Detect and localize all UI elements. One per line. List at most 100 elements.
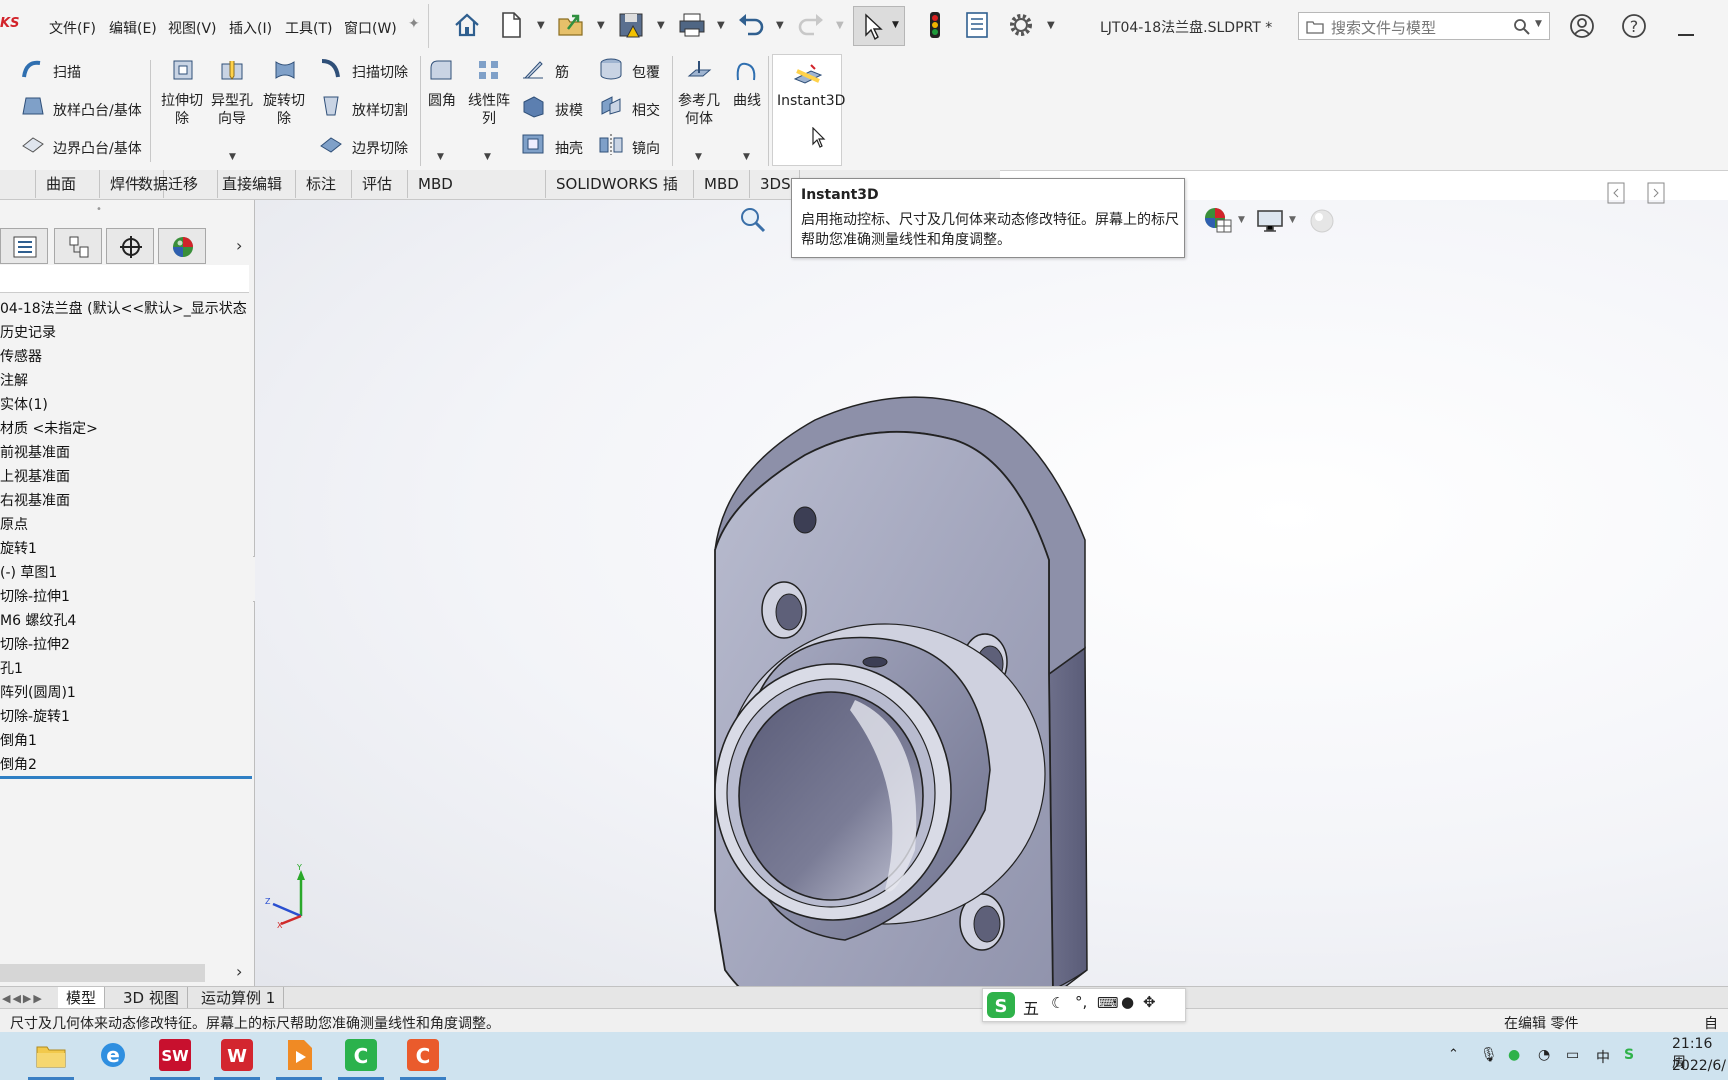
- shell-button[interactable]: 抽壳: [555, 138, 583, 158]
- chevron-down-icon[interactable]: ▼: [537, 20, 545, 31]
- apps-grid-icon[interactable]: ✥: [1143, 993, 1156, 1011]
- ime-mode[interactable]: 五: [1023, 995, 1039, 1019]
- sogou-tray-icon[interactable]: S: [1624, 1047, 1634, 1063]
- tree-chamfer1[interactable]: 倒角1: [0, 730, 37, 750]
- tree-history[interactable]: 历史记录: [0, 322, 56, 342]
- new-document-icon[interactable]: [496, 10, 526, 40]
- panel-grip[interactable]: •: [96, 204, 102, 215]
- feature-manager-tab[interactable]: [0, 228, 48, 264]
- select-tool-button[interactable]: ▼: [853, 6, 905, 46]
- menu-file[interactable]: 文件(F): [49, 18, 96, 38]
- boundary-boss-button[interactable]: 边界凸台/基体: [53, 138, 142, 158]
- reference-geometry-button[interactable]: 参考几 何体: [676, 92, 722, 128]
- tree-cut-revolve1[interactable]: 切除-旋转1: [0, 706, 70, 726]
- tree-sensors[interactable]: 传感器: [0, 346, 42, 366]
- sweep-button[interactable]: 扫描: [53, 62, 81, 82]
- file-explorer-icon[interactable]: [34, 1038, 68, 1072]
- tree-filter-input[interactable]: [0, 265, 249, 293]
- tab-mbd-dimensions[interactable]: MBD Dimensions: [408, 170, 546, 221]
- extrude-cut-button[interactable]: 拉伸切 除: [160, 92, 204, 128]
- tree-cut-extrude2[interactable]: 切除-拉伸2: [0, 634, 70, 654]
- tree-root-part[interactable]: 04-18法兰盘 (默认<<默认>_显示状态: [0, 298, 247, 318]
- chevron-right-icon[interactable]: ›: [236, 962, 242, 981]
- menu-view[interactable]: 视图(V): [168, 18, 217, 38]
- scene-sphere-icon[interactable]: [1309, 208, 1335, 234]
- chevron-down-icon[interactable]: ▼: [229, 152, 236, 162]
- wps-office-icon[interactable]: W: [220, 1038, 254, 1072]
- wifi-icon[interactable]: ◔: [1538, 1047, 1550, 1063]
- chevron-down-icon[interactable]: ▼: [743, 152, 750, 162]
- chevron-right-icon[interactable]: ›: [236, 236, 242, 255]
- tab-annotation[interactable]: 标注: [296, 170, 352, 198]
- chevron-down-icon[interactable]: ▼: [484, 152, 491, 162]
- edit-appearance-icon[interactable]: [1203, 206, 1237, 236]
- print-icon[interactable]: [677, 10, 707, 40]
- search-icon[interactable]: [1513, 18, 1531, 36]
- viewport-split-left-icon[interactable]: [1607, 182, 1625, 204]
- tree-chamfer2[interactable]: 倒角2: [0, 754, 37, 774]
- tab-motion-study[interactable]: 运动算例 1: [193, 987, 285, 1009]
- loft-boss-button[interactable]: 放样凸台/基体: [53, 100, 142, 120]
- solidworks-app-icon[interactable]: SW: [158, 1038, 192, 1072]
- tree-m6-tapped-hole[interactable]: M6 螺纹孔4: [0, 610, 76, 630]
- loft-cut-button[interactable]: 放样切割: [352, 100, 408, 120]
- display-monitor-icon[interactable]: [1255, 208, 1285, 234]
- chevron-down-icon[interactable]: ▼: [437, 152, 444, 162]
- keyboard-icon[interactable]: ⌨: [1097, 994, 1119, 1012]
- revolve-cut-button[interactable]: 旋转切 除: [262, 92, 306, 128]
- tree-origin[interactable]: 原点: [0, 514, 28, 534]
- chevron-down-icon[interactable]: ▼: [717, 20, 725, 31]
- hole-wizard-button[interactable]: 异型孔 向导: [210, 92, 254, 128]
- linear-pattern-button[interactable]: 线性阵 列: [466, 92, 512, 128]
- tree-right-plane[interactable]: 右视基准面: [0, 490, 70, 510]
- chevron-down-icon[interactable]: ▼: [1238, 215, 1245, 225]
- tree-cut-extrude1[interactable]: 切除-拉伸1: [0, 586, 70, 606]
- draft-button[interactable]: 拔模: [555, 100, 583, 120]
- internet-explorer-icon[interactable]: e: [96, 1038, 130, 1072]
- rebuild-traffic-light-icon[interactable]: [920, 10, 950, 40]
- zoom-to-fit-icon[interactable]: [738, 206, 768, 234]
- tab-model[interactable]: 模型: [58, 987, 106, 1009]
- boundary-cut-button[interactable]: 边界切除: [352, 138, 408, 158]
- menu-edit[interactable]: 编辑(E): [109, 18, 157, 38]
- battery-icon[interactable]: ▭: [1566, 1047, 1579, 1063]
- ime-toolbar[interactable]: S 五 ☾ °, ⌨ ● ✥: [982, 988, 1186, 1022]
- moon-icon[interactable]: ☾: [1051, 994, 1064, 1012]
- ime-language[interactable]: 中: [1596, 1047, 1610, 1067]
- fillet-button[interactable]: 圆角: [424, 92, 460, 110]
- tree-front-plane[interactable]: 前视基准面: [0, 442, 70, 462]
- rib-button[interactable]: 筋: [555, 62, 569, 82]
- tab-evaluate[interactable]: 评估: [352, 170, 408, 198]
- graphics-area[interactable]: ▼ ▼ Y Z X: [255, 182, 1728, 1043]
- sweep-cut-button[interactable]: 扫描切除: [352, 62, 408, 82]
- tray-app-icon[interactable]: ●: [1508, 1047, 1520, 1063]
- tab-3d-view[interactable]: 3D 视图: [115, 987, 188, 1009]
- tab-mbd[interactable]: MBD: [694, 170, 750, 198]
- tab-scroll-arrows[interactable]: ◀◀▶▶: [2, 990, 52, 1006]
- tab-surfaces[interactable]: 曲面: [36, 170, 100, 198]
- wrap-button[interactable]: 包覆: [632, 62, 660, 82]
- gear-icon[interactable]: [1006, 10, 1036, 40]
- display-manager-tab[interactable]: [158, 228, 206, 264]
- instant3d-button[interactable]: Instant3D: [772, 54, 845, 166]
- configuration-manager-tab[interactable]: [106, 228, 154, 264]
- user-account-icon[interactable]: [1568, 12, 1596, 40]
- chevron-down-icon[interactable]: ▼: [1535, 19, 1542, 29]
- viewport-split-right-icon[interactable]: [1647, 182, 1665, 204]
- camtasia-orange-icon[interactable]: C: [406, 1038, 440, 1072]
- tree-solid-bodies[interactable]: 实体(1): [0, 394, 48, 414]
- undo-icon[interactable]: [736, 10, 766, 40]
- camtasia-green-icon[interactable]: C: [344, 1038, 378, 1072]
- tree-top-plane[interactable]: 上视基准面: [0, 466, 70, 486]
- chevron-down-icon[interactable]: ▼: [597, 20, 605, 31]
- tree-horizontal-scrollbar[interactable]: [0, 964, 205, 982]
- pin-icon[interactable]: ✦: [408, 16, 420, 32]
- tree-hole1[interactable]: 孔1: [0, 658, 23, 678]
- menu-window[interactable]: 窗口(W): [344, 18, 397, 38]
- microphone-icon[interactable]: 🎙: [1480, 1047, 1498, 1063]
- menu-insert[interactable]: 插入(I): [229, 18, 272, 38]
- curves-button[interactable]: 曲线: [728, 92, 766, 110]
- tree-revolve1[interactable]: 旋转1: [0, 538, 37, 558]
- tray-chevron-up-icon[interactable]: ⌃: [1448, 1047, 1459, 1062]
- intersect-button[interactable]: 相交: [632, 100, 660, 120]
